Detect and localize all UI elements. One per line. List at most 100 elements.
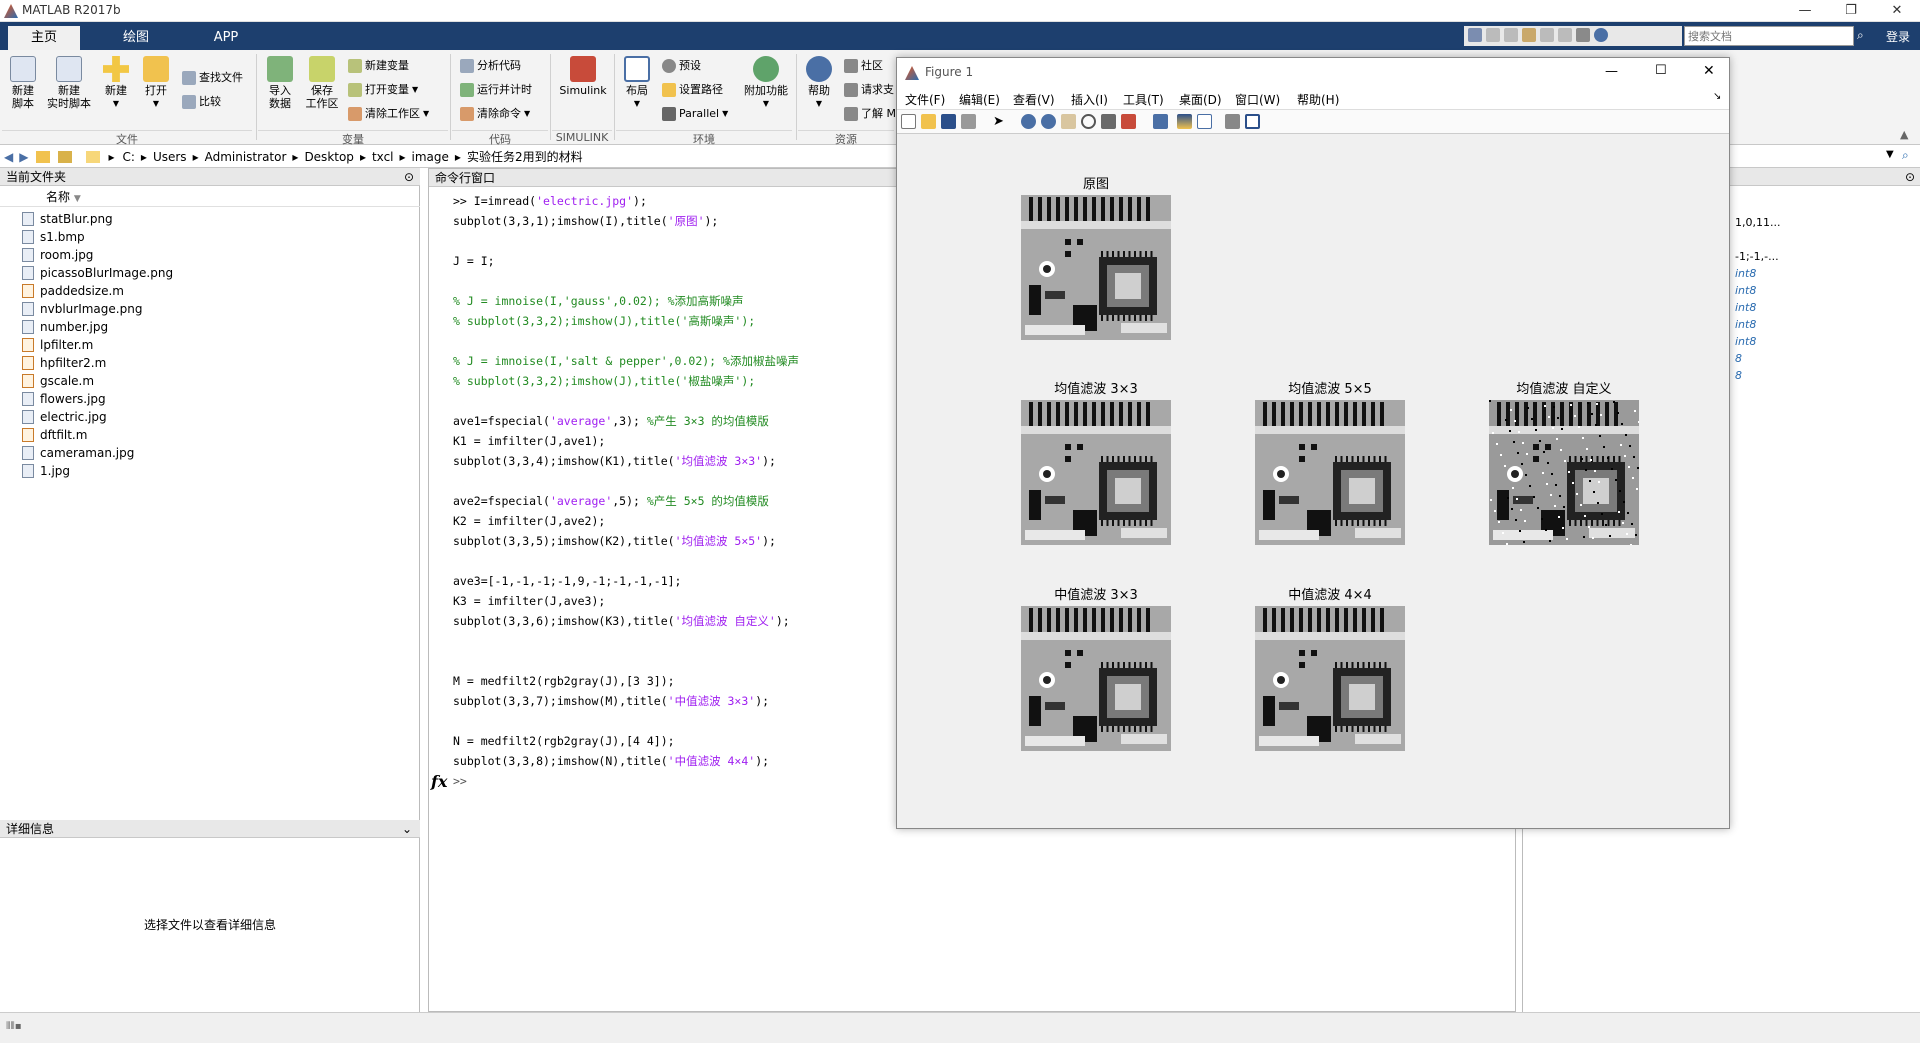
breadcrumb-item[interactable]: 实验任务2用到的材料 [467,148,583,165]
subplot-image[interactable] [1489,400,1640,546]
command-prompt[interactable]: >> [453,771,467,791]
file-list-item[interactable]: room.jpg [0,246,420,264]
file-list-item[interactable]: nvblurImage.png [0,300,420,318]
subplot-image[interactable] [1021,606,1171,751]
close-button[interactable]: ✕ [1874,0,1920,22]
simulink-button[interactable]: Simulink [556,52,610,97]
clear-commands-button[interactable]: 清除命令 ▼ [460,104,530,124]
breadcrumb-item[interactable]: Users [153,150,187,164]
breadcrumb-item[interactable]: Administrator [205,150,287,164]
search-documentation-input[interactable] [1684,26,1854,46]
file-list-item[interactable]: paddedsize.m [0,282,420,300]
panel-options-icon[interactable]: ⊙ [404,168,414,186]
help-icon[interactable] [1594,28,1608,42]
breadcrumb-item[interactable]: C: [123,150,135,164]
undo-icon[interactable] [1540,28,1554,42]
save-figure-icon[interactable] [941,114,956,129]
up-folder-icon[interactable] [36,150,51,163]
address-dropdown-icon[interactable]: ▼ [1886,149,1894,160]
figure-menu-item[interactable]: 编辑(E) [959,91,1000,108]
new-button[interactable]: 新建 ▼ [98,52,134,110]
preferences-button[interactable]: 预设 [662,56,701,76]
file-list-item[interactable]: gscale.m [0,372,420,390]
file-list-item[interactable]: cameraman.jpg [0,444,420,462]
search-icon[interactable]: ⌕ [1857,28,1864,43]
chevron-down-icon[interactable]: ⌄ [402,820,412,838]
file-list-item[interactable]: s1.bmp [0,228,420,246]
dock-arrow-icon[interactable]: ↘ [1713,91,1721,102]
addons-button[interactable]: 附加功能 ▼ [740,52,792,110]
save-workspace-button[interactable]: 保存 工作区 [302,52,342,110]
browse-folder-icon[interactable] [58,150,73,163]
back-icon[interactable]: ◀ [4,150,13,164]
figure-close-button[interactable]: ✕ [1703,63,1715,79]
column-header[interactable]: 名称 ▼ [0,187,420,207]
file-list-item[interactable]: 1.jpg [0,462,420,480]
forward-icon[interactable]: ▶ [19,150,28,164]
learn-matlab-button[interactable]: 了解 M [844,104,896,124]
figure-minimize-button[interactable]: — [1605,64,1618,79]
minimize-button[interactable]: — [1782,0,1828,22]
layout-button[interactable]: 布局 ▼ [620,52,654,110]
open-file-icon[interactable] [921,114,936,129]
switch-windows-icon[interactable] [1576,28,1590,42]
clear-workspace-button[interactable]: 清除工作区 ▼ [348,104,429,124]
figure-maximize-button[interactable]: ☐ [1655,63,1667,78]
cut-icon[interactable] [1486,28,1500,42]
print-icon[interactable] [961,114,976,129]
file-list-item[interactable]: number.jpg [0,318,420,336]
figure-menu-item[interactable]: 桌面(D) [1179,91,1222,108]
colorbar-icon[interactable] [1177,114,1192,129]
open-button[interactable]: 打开 ▼ [138,52,174,110]
new-script-button[interactable]: 新建 脚本 [4,52,42,110]
redo-icon[interactable] [1558,28,1572,42]
panel-options-icon[interactable]: ⊙ [1905,168,1915,186]
link-icon[interactable] [1153,114,1168,129]
copy-icon[interactable] [1504,28,1518,42]
figure-menu-item[interactable]: 文件(F) [905,91,945,108]
file-list-item[interactable]: lpfilter.m [0,336,420,354]
parallel-button[interactable]: Parallel ▼ [662,104,728,124]
figure-menu-item[interactable]: 帮助(H) [1297,91,1339,108]
breadcrumb-item[interactable]: txcl [372,150,394,164]
figure-window[interactable]: Figure 1 — ☐ ✕ 文件(F) 编辑(E) 查看(V) 插入(I) 工具(T)… [896,57,1730,829]
community-button[interactable]: 社区 [844,56,883,76]
subplot-image[interactable] [1021,400,1171,545]
tab-plots[interactable]: 绘图 [100,26,172,50]
save-icon[interactable] [1468,28,1482,42]
run-and-time-button[interactable]: 运行并计时 [460,80,532,100]
file-list-item[interactable]: dftfilt.m [0,426,420,444]
set-path-button[interactable]: 设置路径 [662,80,723,100]
help-button[interactable]: 帮助 ▼ [802,52,836,110]
pan-icon[interactable] [1061,114,1076,129]
figure-menu-item[interactable]: 插入(I) [1071,91,1108,108]
figure-menu-item[interactable]: 窗口(W) [1235,91,1280,108]
breadcrumb-item[interactable]: Desktop [304,150,354,164]
figure-menu-item[interactable]: 工具(T) [1123,91,1164,108]
brush-icon[interactable] [1121,114,1136,129]
zoom-out-icon[interactable] [1041,114,1056,129]
subplot-image[interactable] [1255,400,1405,545]
paste-icon[interactable] [1522,28,1536,42]
collapse-ribbon-icon[interactable]: ▲ [1900,128,1908,141]
file-list-item[interactable]: hpfilter2.m [0,354,420,372]
tab-apps[interactable]: APP [190,26,262,50]
search-folder-icon[interactable]: ⌕ [1902,148,1909,163]
subplot-image[interactable] [1021,195,1171,340]
open-variable-button[interactable]: 打开变量 ▼ [348,80,418,100]
legend-icon[interactable] [1197,114,1212,129]
new-variable-button[interactable]: 新建变量 [348,56,409,76]
login-link[interactable]: 登录 [1886,28,1910,45]
hide-plot-tools-icon[interactable] [1225,114,1240,129]
zoom-in-icon[interactable] [1021,114,1036,129]
import-data-button[interactable]: 导入 数据 [262,52,298,110]
find-files-button[interactable]: 查找文件 [182,68,243,88]
request-support-button[interactable]: 请求支 [844,80,894,100]
figure-menu-item[interactable]: 查看(V) [1013,91,1055,108]
new-figure-icon[interactable] [901,114,916,129]
analyze-code-button[interactable]: 分析代码 [460,56,521,76]
rotate-icon[interactable] [1081,114,1096,129]
file-list-item[interactable]: flowers.jpg [0,390,420,408]
data-cursor-icon[interactable] [1101,114,1116,129]
subplot-image[interactable] [1255,606,1405,751]
